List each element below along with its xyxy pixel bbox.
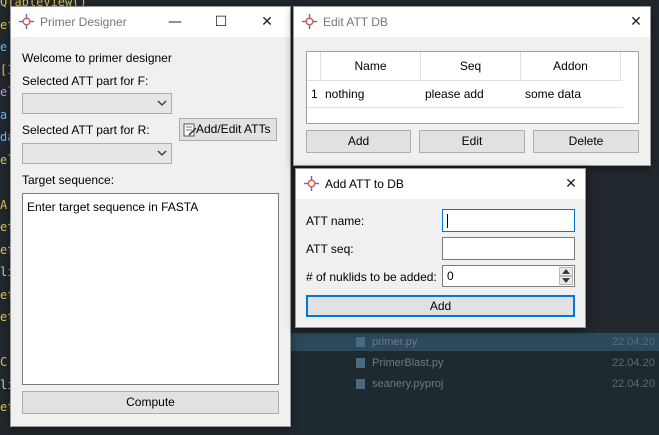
compute-button[interactable]: Compute	[22, 391, 279, 414]
explorer-file-name: PrimerBlast.py	[372, 357, 444, 369]
add-att-titlebar: Add ATT to DB ✕	[296, 169, 585, 199]
spin-down-icon	[562, 278, 570, 283]
cell-addon[interactable]: some data	[525, 87, 581, 101]
maximize-icon[interactable]: ☐	[207, 11, 235, 33]
app-icon	[19, 14, 34, 29]
spin-down-button[interactable]	[559, 276, 573, 285]
add-att-window: Add ATT to DB ✕ ATT name: ATT seq: # of …	[295, 168, 586, 328]
window-title: Add ATT to DB	[325, 177, 404, 191]
compute-label: Compute	[126, 395, 175, 409]
explorer-file-date: 22.04.20	[612, 357, 655, 369]
spin-up-icon	[562, 269, 570, 274]
att-name-label: ATT name:	[306, 214, 365, 228]
explorer-file-row[interactable]: primer.py 22.04.20	[290, 333, 659, 351]
cell-name[interactable]: nothing	[325, 87, 364, 101]
chevron-down-icon	[157, 100, 167, 106]
minimize-icon[interactable]: —	[161, 11, 189, 33]
target-sequence-input[interactable]: Enter target sequence in FASTA	[22, 193, 279, 385]
primer-designer-window: Primer Designer — ☐ ✕ Welcome to primer …	[10, 6, 291, 427]
att-name-field[interactable]	[442, 209, 575, 232]
column-header-addon[interactable]: Addon	[521, 52, 621, 80]
explorer-file-date: 22.04.20	[612, 336, 655, 348]
edit-label: Edit	[461, 134, 483, 148]
row-index: 1	[311, 87, 318, 101]
nuklids-value: 0	[447, 269, 454, 283]
file-explorer: primer.py 22.04.20 PrimerBlast.py 22.04.20 s…	[290, 330, 659, 435]
app-icon	[304, 176, 319, 191]
add-label: Add	[347, 134, 370, 148]
welcome-text: Welcome to primer designer	[22, 51, 172, 65]
code-line: e	[0, 40, 8, 54]
explorer-file-name: primer.py	[372, 336, 418, 348]
explorer-file-row[interactable]: seanery.pyproj 22.04.20	[290, 375, 659, 393]
att-r-select[interactable]	[22, 143, 172, 164]
primer-titlebar: Primer Designer — ☐ ✕	[11, 7, 290, 37]
explorer-file-date: 22.04.20	[612, 378, 655, 390]
add-edit-atts-button[interactable]: Add/Edit ATTs	[179, 118, 277, 141]
add-att-label: Add	[429, 299, 452, 313]
app-icon	[302, 14, 317, 29]
add-button[interactable]: Add	[306, 130, 411, 153]
edit-att-titlebar: Edit ATT DB ✕	[294, 7, 650, 37]
table-corner	[307, 52, 321, 80]
spin-up-button[interactable]	[559, 267, 573, 276]
att-seq-field[interactable]	[442, 237, 575, 260]
close-icon[interactable]: ✕	[622, 11, 650, 33]
window-title: Edit ATT DB	[323, 15, 388, 29]
att-f-select[interactable]	[22, 93, 172, 114]
target-sequence-label: Target sequence:	[22, 173, 115, 187]
column-header-seq[interactable]: Seq	[421, 52, 521, 80]
table-row[interactable]: 1 nothing please add some data	[307, 80, 623, 108]
close-icon[interactable]: ✕	[253, 11, 281, 33]
python-file-icon	[356, 379, 365, 389]
python-file-icon	[356, 337, 365, 347]
column-header-name[interactable]: Name	[321, 52, 421, 80]
cell-seq[interactable]: please add	[425, 87, 484, 101]
explorer-file-name: seanery.pyproj	[372, 378, 444, 390]
add-att-button[interactable]: Add	[306, 295, 575, 317]
nuklids-label: # of nuklids to be added:	[306, 270, 437, 284]
window-title: Primer Designer	[40, 15, 127, 29]
nuklids-spinbox[interactable]: 0	[442, 265, 575, 287]
edit-icon	[183, 123, 197, 137]
close-icon[interactable]: ✕	[557, 173, 585, 195]
code-line: A	[0, 197, 8, 212]
code-line: C	[0, 355, 8, 369]
add-edit-atts-label: Add/Edit ATTs	[196, 122, 271, 136]
att-table[interactable]: Name Seq Addon 1 nothing please add some…	[306, 51, 639, 124]
chevron-down-icon	[157, 150, 167, 156]
code-line: a	[0, 107, 8, 122]
att-r-label: Selected ATT part for R:	[22, 123, 150, 137]
text-cursor	[447, 214, 448, 228]
edit-att-db-window: Edit ATT DB ✕ Name Seq Addon 1 nothing p…	[293, 6, 651, 166]
target-sequence-placeholder: Enter target sequence in FASTA	[27, 200, 199, 214]
delete-button[interactable]: Delete	[533, 130, 639, 153]
att-f-label: Selected ATT part for F:	[22, 74, 149, 88]
explorer-file-row[interactable]: PrimerBlast.py 22.04.20	[290, 354, 659, 372]
python-file-icon	[356, 358, 365, 368]
edit-button[interactable]: Edit	[419, 130, 525, 153]
att-seq-label: ATT seq:	[306, 242, 354, 256]
delete-label: Delete	[568, 134, 604, 148]
